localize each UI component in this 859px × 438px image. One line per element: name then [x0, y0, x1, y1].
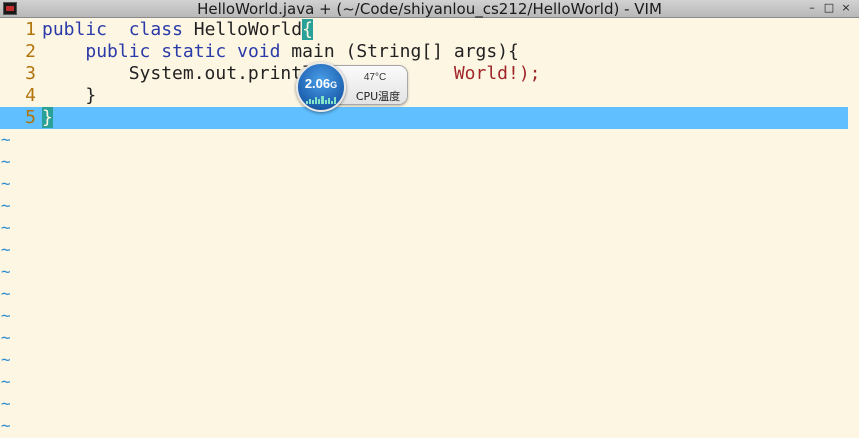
line-number: 2 — [25, 41, 36, 62]
empty-line-marker: ~ — [1, 130, 11, 149]
cpu-frequency-number: 2.06 — [304, 76, 331, 91]
cpu-usage-sparkline — [306, 94, 336, 104]
cpu-usage-bar — [324, 99, 327, 104]
code-token: System.out.printl — [42, 63, 313, 84]
cpu-temperature-label: CPU温度 — [355, 90, 401, 103]
title-bar[interactable]: HelloWorld.java + (~/Code/shiyanlou_cs21… — [0, 0, 859, 18]
empty-line-marker: ~ — [1, 152, 11, 171]
empty-line-marker: ~ — [1, 416, 11, 435]
window-title: HelloWorld.java + (~/Code/shiyanlou_cs21… — [197, 0, 662, 18]
code-line[interactable]: 5} — [0, 107, 848, 129]
minimize-button[interactable]: – — [805, 1, 819, 15]
empty-line-marker: ~ — [1, 262, 11, 281]
code-token: static — [161, 41, 227, 62]
cpu-frequency-unit: G — [330, 80, 338, 90]
code-token: HelloWorld — [182, 19, 303, 40]
cpu-usage-bar — [333, 96, 336, 104]
vim-window: HelloWorld.java + (~/Code/shiyanlou_cs21… — [0, 0, 859, 438]
scrollbar[interactable] — [848, 18, 859, 438]
empty-line-marker: ~ — [1, 240, 11, 259]
code-token: public — [85, 41, 151, 62]
cpu-usage-bar — [321, 95, 324, 104]
line-number: 4 — [25, 85, 36, 106]
cpu-usage-bar — [312, 100, 315, 104]
line-number: 5 — [25, 107, 36, 128]
cpu-usage-bar — [330, 100, 333, 104]
window-controls: – □ × — [805, 1, 853, 17]
line-number: 1 — [25, 19, 36, 40]
matched-brace: } — [42, 107, 53, 128]
code-token: World!); — [453, 63, 541, 84]
cpu-usage-bar — [315, 97, 318, 104]
empty-line-marker: ~ — [1, 328, 11, 347]
cpu-frequency-gauge: 2.06G — [296, 62, 346, 112]
cpu-usage-bar — [309, 98, 312, 104]
empty-line-marker: ~ — [1, 218, 11, 237]
cpu-monitor-widget[interactable]: 47°C CPU温度 2.06G — [296, 62, 410, 112]
empty-line-marker: ~ — [1, 306, 11, 325]
code-token: } — [42, 85, 97, 106]
code-token: main (String[] args){ — [280, 41, 519, 62]
empty-line-marker: ~ — [1, 284, 11, 303]
empty-line-marker: ~ — [1, 372, 11, 391]
editor-buffer[interactable]: 1 public class HelloWorld{2 public static… — [0, 18, 859, 438]
code-token: void — [237, 41, 281, 62]
code-line[interactable]: 4 } — [0, 85, 859, 107]
code-line[interactable]: 3 System.out.printl World!); — [0, 63, 859, 85]
matched-brace: { — [302, 19, 313, 40]
maximize-button[interactable]: □ — [822, 1, 836, 15]
code-token: public — [42, 19, 108, 40]
line-number: 3 — [25, 63, 36, 84]
code-line[interactable]: 1 public class HelloWorld{ — [0, 19, 859, 41]
empty-line-marker: ~ — [1, 394, 11, 413]
empty-line-marker: ~ — [1, 350, 11, 369]
cpu-usage-bar — [318, 99, 321, 104]
close-button[interactable]: × — [839, 1, 853, 15]
empty-line-marker: ~ — [1, 196, 11, 215]
code-token: class — [128, 19, 183, 40]
cpu-usage-bar — [327, 98, 330, 104]
empty-line-marker: ~ — [1, 174, 11, 193]
cpu-frequency-value: 2.06G — [298, 76, 344, 91]
cpu-temperature: 47°C — [363, 72, 387, 83]
cpu-usage-bar — [306, 101, 309, 104]
code-line[interactable]: 2 public static void main (String[] args… — [0, 41, 859, 63]
